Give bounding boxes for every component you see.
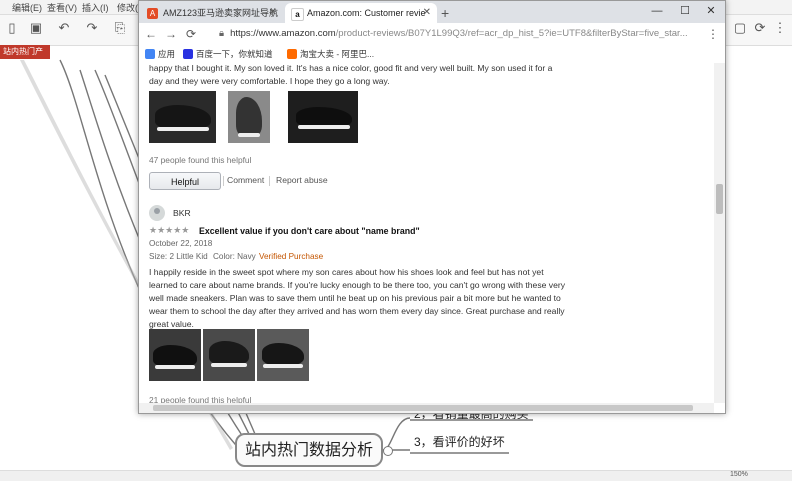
bookmark-label: 淘宝大卖 - 阿里巴... xyxy=(300,49,375,59)
review-photo[interactable] xyxy=(149,91,216,143)
bookmark-label: 百度一下，你就知道 xyxy=(196,49,273,59)
helpful-count: 47 people found this helpful xyxy=(149,155,252,165)
collapse-handle[interactable] xyxy=(383,446,393,456)
page-content: happy that I bought it. My son loved it.… xyxy=(139,63,714,403)
minimize-window-icon[interactable]: — xyxy=(643,1,671,21)
tab-amazon-reviews[interactable]: a Amazon.com: Customer revie ✕ xyxy=(285,3,437,23)
review-date: October 22, 2018 xyxy=(149,239,213,248)
baidu-icon xyxy=(183,49,193,59)
avatar xyxy=(149,205,165,221)
comment-link[interactable]: Comment xyxy=(227,175,264,185)
report-abuse-link[interactable]: Report abuse xyxy=(276,175,328,185)
mindmap-sub-node-3[interactable]: 3，看评价的好坏 xyxy=(410,433,509,454)
browser-window: A AMZ123亚马逊卖家网址导航 ✕ a Amazon.com: Custom… xyxy=(138,0,726,414)
tab-strip: A AMZ123亚马逊卖家网址导航 ✕ a Amazon.com: Custom… xyxy=(139,1,725,23)
horizontal-scrollbar-thumb[interactable] xyxy=(153,405,693,411)
review-color[interactable]: Color: Navy xyxy=(213,252,256,261)
review-photo[interactable] xyxy=(149,329,201,381)
taobao-icon xyxy=(287,49,297,59)
close-window-icon[interactable]: ✕ xyxy=(697,1,725,21)
review-body-line: day and they were very comfortable. I ho… xyxy=(149,76,390,86)
review-body-line: learned to care about name brands. If yo… xyxy=(149,280,566,290)
review-photo[interactable] xyxy=(257,329,309,381)
divider xyxy=(223,176,224,186)
apps-grid-icon xyxy=(145,49,155,59)
url-path: /product-reviews/B07Y1L99Q3/ref=acr_dp_h… xyxy=(335,28,688,39)
zoom-level[interactable]: 150% xyxy=(730,471,748,478)
forward-icon[interactable]: → xyxy=(163,26,179,42)
reload-icon[interactable]: ⟳ xyxy=(183,26,199,42)
new-tab-icon[interactable]: + xyxy=(441,5,449,21)
status-bar: 150% xyxy=(0,470,792,481)
review-title[interactable]: Excellent value if you don't care about … xyxy=(199,226,420,236)
scrollbar-thumb[interactable] xyxy=(716,184,723,214)
mindmap-main-node[interactable]: 站内热门数据分析 xyxy=(235,433,383,467)
tab-label: AMZ123亚马逊卖家网址导航 xyxy=(163,8,279,18)
back-icon[interactable]: ← xyxy=(143,26,159,42)
review-photo[interactable] xyxy=(288,91,358,143)
url-host: https://www.amazon.com xyxy=(230,28,336,39)
review-body-line: well made sneakers. Plan was to save the… xyxy=(149,293,561,303)
bookmark-apps[interactable]: 应用 xyxy=(145,48,175,60)
bookmarks-bar: 应用 百度一下，你就知道 淘宝大卖 - 阿里巴... xyxy=(139,45,725,64)
close-tab-icon[interactable]: ✕ xyxy=(269,3,277,23)
review-photo[interactable] xyxy=(228,91,270,143)
tab-label: Amazon.com: Customer revie xyxy=(307,8,426,18)
address-bar: ← → ⟳ 🔒︎ https://www.amazon.com/product-r… xyxy=(139,23,725,46)
maximize-window-icon[interactable]: ☐ xyxy=(671,1,699,21)
review-body-line: I happily reside in the sweet spot where… xyxy=(149,267,544,277)
url-input[interactable]: 🔒︎ https://www.amazon.com/product-reviews… xyxy=(219,26,689,42)
bookmark-taobao[interactable]: 淘宝大卖 - 阿里巴... xyxy=(287,48,374,60)
verified-purchase-badge: Verified Purchase xyxy=(259,252,324,261)
helpful-count: 21 people found this helpful xyxy=(149,395,252,403)
review-body-line: happy that I bought it. My son loved it.… xyxy=(149,63,553,73)
bookmark-label: 应用 xyxy=(158,49,176,59)
review-author[interactable]: BKR xyxy=(173,207,191,220)
lock-icon: 🔒︎ xyxy=(219,28,225,39)
vertical-scrollbar[interactable] xyxy=(714,63,725,403)
close-tab-icon[interactable]: ✕ xyxy=(423,3,431,23)
divider xyxy=(269,176,270,186)
bookmark-baidu[interactable]: 百度一下，你就知道 xyxy=(183,48,273,60)
star-rating: ★★★★★ xyxy=(149,225,190,235)
review-photo[interactable] xyxy=(203,329,255,381)
helpful-button[interactable]: Helpful xyxy=(149,172,221,190)
browser-menu-icon[interactable]: ⋮ xyxy=(705,26,721,42)
tab-amz123[interactable]: A AMZ123亚马逊卖家网址导航 ✕ xyxy=(141,3,283,23)
amz-icon: A xyxy=(147,8,158,19)
review-size[interactable]: Size: 2 Little Kid xyxy=(149,252,208,261)
amazon-icon: a xyxy=(291,8,304,21)
review-body-line: wear them to school the day after they a… xyxy=(149,306,565,316)
